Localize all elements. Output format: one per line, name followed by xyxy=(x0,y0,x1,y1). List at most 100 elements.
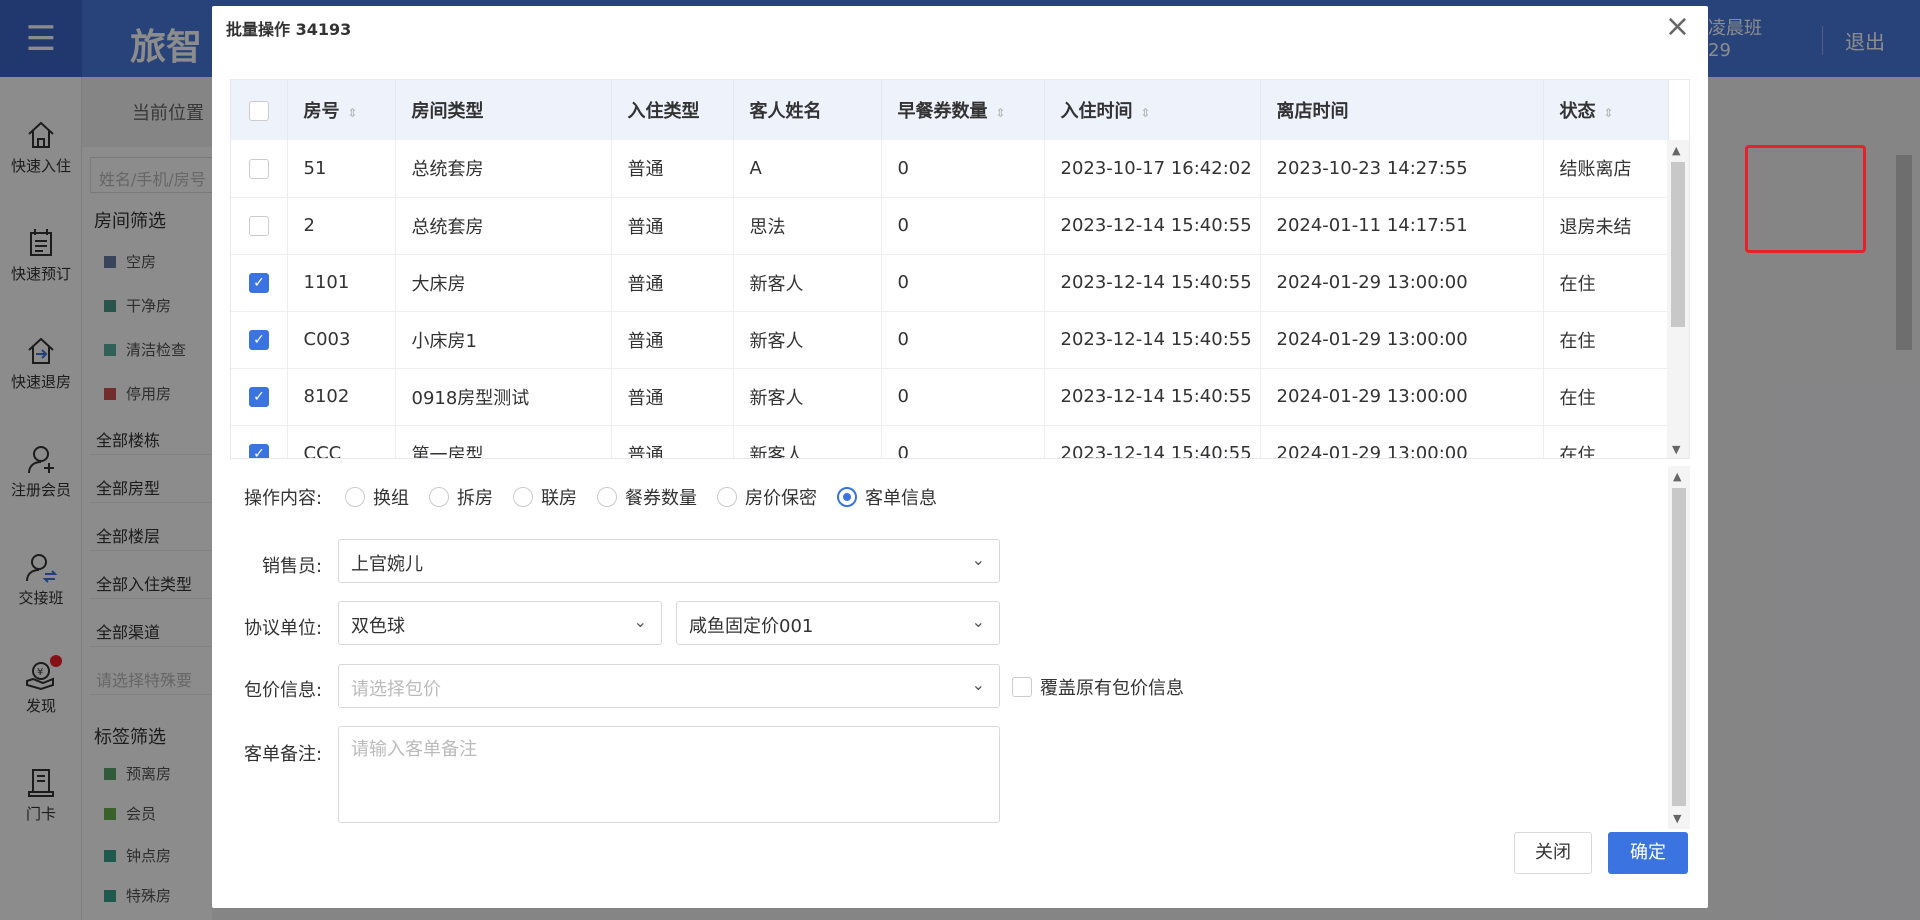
row-checkbox[interactable]: ✓ xyxy=(249,444,269,458)
guest-cell: 思法 xyxy=(733,197,882,255)
package-placeholder: 请选择包价 xyxy=(351,679,441,700)
row-checkbox[interactable] xyxy=(249,158,269,179)
table-header: 房号 ⇕ 房间类型 入住类型 客人姓名 早餐券数量 ⇕ 入住时间 ⇕ 离店时间 状态 ⇕ xyxy=(231,80,1669,140)
col-breakfast[interactable]: 早餐券数量 ⇕ xyxy=(881,80,1045,140)
stay-type-cell: 普通 xyxy=(611,140,734,198)
guest-cell: 新客人 xyxy=(733,368,882,426)
col-label: 入住类型 xyxy=(627,101,700,122)
radio-order-info[interactable]: 客单信息 xyxy=(837,484,937,510)
table-row[interactable]: 51 总统套房 普通 A 0 2023-10-17 16:42:02 2023-10-23 … xyxy=(231,140,1669,198)
checkbox-box[interactable] xyxy=(1012,677,1032,697)
sort-icon[interactable]: ⇕ xyxy=(996,106,1006,120)
form-scrollbar[interactable]: ▲ ▼ xyxy=(1668,466,1690,829)
operation-radio-group: 换组 拆房 联房 餐券数量 房价保密 客单信息 xyxy=(345,484,957,510)
room-cell: 2 xyxy=(287,197,396,255)
col-label: 客人姓名 xyxy=(749,101,822,122)
table-row[interactable]: ✓ 8102 0918房型测试 普通 新客人 0 2023-12-14 15:40:55 20… xyxy=(231,368,1669,426)
package-label: 包价信息: xyxy=(244,680,323,701)
col-checkin[interactable]: 入住时间 ⇕ xyxy=(1044,80,1261,140)
dialog-title: 批量操作 34193 xyxy=(226,20,352,39)
radio-meal-voucher[interactable]: 餐券数量 xyxy=(597,484,697,510)
scroll-thumb[interactable] xyxy=(1671,162,1685,327)
chevron-down-icon: ⌄ xyxy=(971,675,985,694)
row-checkbox[interactable]: ✓ xyxy=(249,387,269,407)
radio-price-secret[interactable]: 房价保密 xyxy=(717,484,817,510)
col-stay-type: 入住类型 xyxy=(611,80,734,140)
salesperson-select[interactable]: 上官婉儿 ⌄ xyxy=(338,539,1000,583)
table-scrollbar[interactable]: ▲ ▼ xyxy=(1667,140,1689,458)
status-cell: 在住 xyxy=(1543,368,1669,426)
room-type-cell: 0918房型测试 xyxy=(395,368,612,426)
radio-group-change[interactable]: 换组 xyxy=(345,484,409,510)
radio-circle[interactable] xyxy=(345,487,365,507)
col-label: 离店时间 xyxy=(1276,101,1349,122)
chevron-down-icon: ⌄ xyxy=(633,612,647,631)
room-cell: CCC xyxy=(287,425,396,458)
scroll-up-icon[interactable]: ▲ xyxy=(1672,144,1680,157)
table-row[interactable]: 2 总统套房 普通 思法 0 2023-12-14 15:40:55 2024-01-11 … xyxy=(231,197,1669,255)
scroll-thumb[interactable] xyxy=(1672,488,1686,806)
radio-circle[interactable] xyxy=(717,487,737,507)
room-cell: C003 xyxy=(287,311,396,369)
room-cell: 8102 xyxy=(287,368,396,426)
radio-label: 拆房 xyxy=(457,488,493,509)
close-icon[interactable]: × xyxy=(1665,12,1690,42)
sort-icon[interactable]: ⇕ xyxy=(1604,106,1614,120)
remark-textarea[interactable]: 请输入客单备注 xyxy=(338,726,1000,823)
breakfast-cell: 0 xyxy=(881,254,1045,312)
col-room[interactable]: 房号 ⇕ xyxy=(287,80,396,140)
radio-circle[interactable] xyxy=(837,487,857,507)
breakfast-cell: 0 xyxy=(881,140,1045,198)
status-cell: 退房未结 xyxy=(1543,197,1669,255)
scroll-down-icon[interactable]: ▼ xyxy=(1672,443,1680,456)
remark-label: 客单备注: xyxy=(244,744,323,765)
chevron-down-icon: ⌄ xyxy=(971,550,985,569)
row-checkbox[interactable]: ✓ xyxy=(249,273,269,293)
radio-circle[interactable] xyxy=(429,487,449,507)
row-checkbox[interactable] xyxy=(249,216,269,236)
table-row[interactable]: ✓ C003 小床房1 普通 新客人 0 2023-12-14 15:40:55 2024-0… xyxy=(231,311,1669,369)
stay-type-cell: 普通 xyxy=(611,368,734,426)
checkout-cell: 2023-10-23 14:27:55 xyxy=(1260,140,1544,198)
col-status[interactable]: 状态 ⇕ xyxy=(1543,80,1669,140)
row-select-cell: ✓ xyxy=(231,311,288,369)
col-label: 早餐券数量 xyxy=(897,101,988,122)
checkin-cell: 2023-12-14 15:40:55 xyxy=(1044,197,1261,255)
agreement-select[interactable]: 双色球 ⌄ xyxy=(338,601,662,645)
override-package-checkbox[interactable]: 覆盖原有包价信息 xyxy=(1012,674,1184,700)
row-checkbox[interactable]: ✓ xyxy=(249,330,269,350)
override-label: 覆盖原有包价信息 xyxy=(1040,678,1184,699)
sort-icon[interactable]: ⇕ xyxy=(348,106,358,120)
room-type-cell: 小床房1 xyxy=(395,311,612,369)
stay-type-cell: 普通 xyxy=(611,197,734,255)
guest-cell: 新客人 xyxy=(733,254,882,312)
radio-link-room[interactable]: 联房 xyxy=(513,484,577,510)
scroll-down-icon[interactable]: ▼ xyxy=(1673,812,1681,825)
room-table: 房号 ⇕ 房间类型 入住类型 客人姓名 早餐券数量 ⇕ 入住时间 ⇕ 离店时间 状态 ⇕… xyxy=(230,79,1690,459)
room-cell: 1101 xyxy=(287,254,396,312)
price-plan-select[interactable]: 咸鱼固定价001 ⌄ xyxy=(676,601,1000,645)
radio-label: 房价保密 xyxy=(745,488,817,509)
breakfast-cell: 0 xyxy=(881,425,1045,458)
select-all-cell xyxy=(231,80,288,140)
sort-icon[interactable]: ⇕ xyxy=(1141,106,1151,120)
close-button[interactable]: 关闭 xyxy=(1514,832,1592,874)
checkout-cell: 2024-01-29 13:00:00 xyxy=(1260,425,1544,458)
room-type-cell: 第一房型 xyxy=(395,425,612,458)
radio-circle[interactable] xyxy=(513,487,533,507)
stay-type-cell: 普通 xyxy=(611,425,734,458)
batch-operation-dialog: 批量操作 34193 × 房号 ⇕ 房间类型 入住类型 客人姓名 早餐券数量 ⇕ 入… xyxy=(212,6,1866,908)
room-cell: 51 xyxy=(287,140,396,198)
select-all-checkbox[interactable] xyxy=(249,100,269,121)
scroll-up-icon[interactable]: ▲ xyxy=(1673,470,1681,483)
package-select[interactable]: 请选择包价 ⌄ xyxy=(338,664,1000,708)
status-cell: 在住 xyxy=(1543,311,1669,369)
radio-split-room[interactable]: 拆房 xyxy=(429,484,493,510)
price-plan-value: 咸鱼固定价001 xyxy=(689,616,814,637)
table-row[interactable]: ✓ 1101 大床房 普通 新客人 0 2023-12-14 15:40:55 2024-01… xyxy=(231,254,1669,312)
radio-circle[interactable] xyxy=(597,487,617,507)
guest-cell: 新客人 xyxy=(733,425,882,458)
salesperson-label: 销售员: xyxy=(262,556,323,577)
table-row[interactable]: ✓ CCC 第一房型 普通 新客人 0 2023-12-14 15:40:55 2024-01… xyxy=(231,425,1669,458)
confirm-button[interactable]: 确定 xyxy=(1608,832,1688,874)
